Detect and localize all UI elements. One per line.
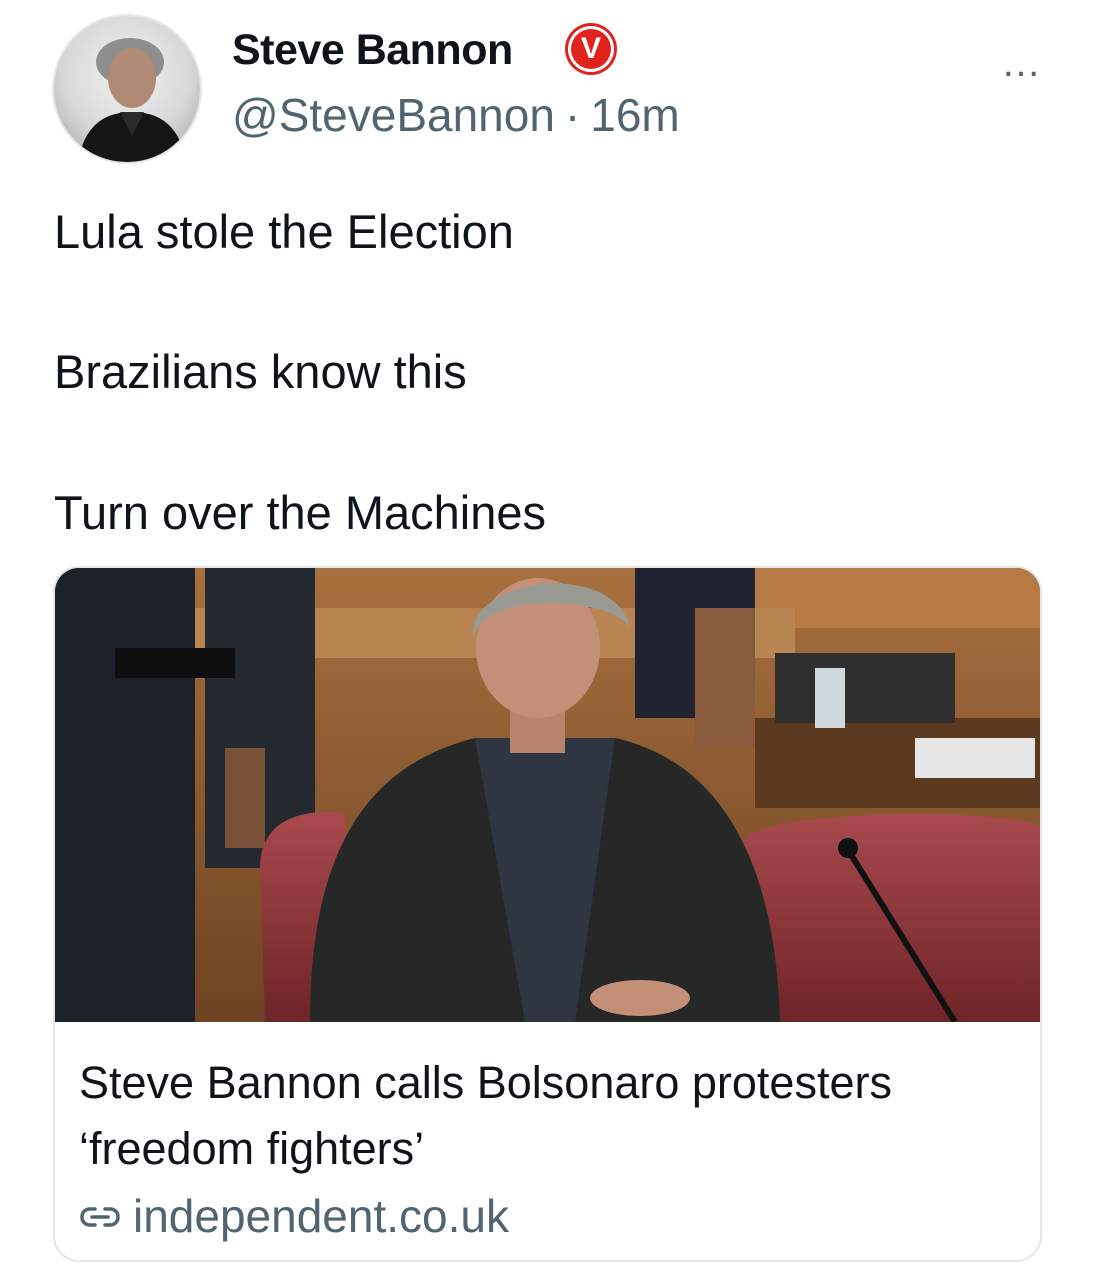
link-card-title[interactable]: Steve Bannon calls Bolsonaro protesters … xyxy=(79,1050,1009,1182)
author-display-name[interactable]: Steve Bannon xyxy=(232,26,513,74)
author-meta: @SteveBannon · 16m xyxy=(232,88,680,142)
user-avatar-icon xyxy=(78,38,186,162)
link-domain-text: independent.co.uk xyxy=(133,1190,509,1242)
link-card-domain[interactable]: independent.co.uk xyxy=(79,1188,509,1244)
more-options-button[interactable]: … xyxy=(998,40,1046,86)
verified-badge-icon: V xyxy=(568,26,614,72)
meta-separator: · xyxy=(564,89,581,141)
author-avatar[interactable] xyxy=(54,16,200,162)
link-preview-image[interactable] xyxy=(55,568,1040,1022)
link-preview-card[interactable]: Steve Bannon calls Bolsonaro protesters … xyxy=(53,566,1042,1262)
post-text-line: Lula stole the Election xyxy=(54,205,514,258)
ellipsis-icon: … xyxy=(1001,41,1043,85)
author-handle[interactable]: @SteveBannon xyxy=(232,89,555,141)
post-text-line: Turn over the Machines xyxy=(54,486,546,539)
post-text-line: Brazilians know this xyxy=(54,345,467,398)
post-timestamp[interactable]: 16m xyxy=(590,89,679,141)
news-photo-icon xyxy=(55,568,1040,1022)
link-icon xyxy=(80,1207,120,1227)
